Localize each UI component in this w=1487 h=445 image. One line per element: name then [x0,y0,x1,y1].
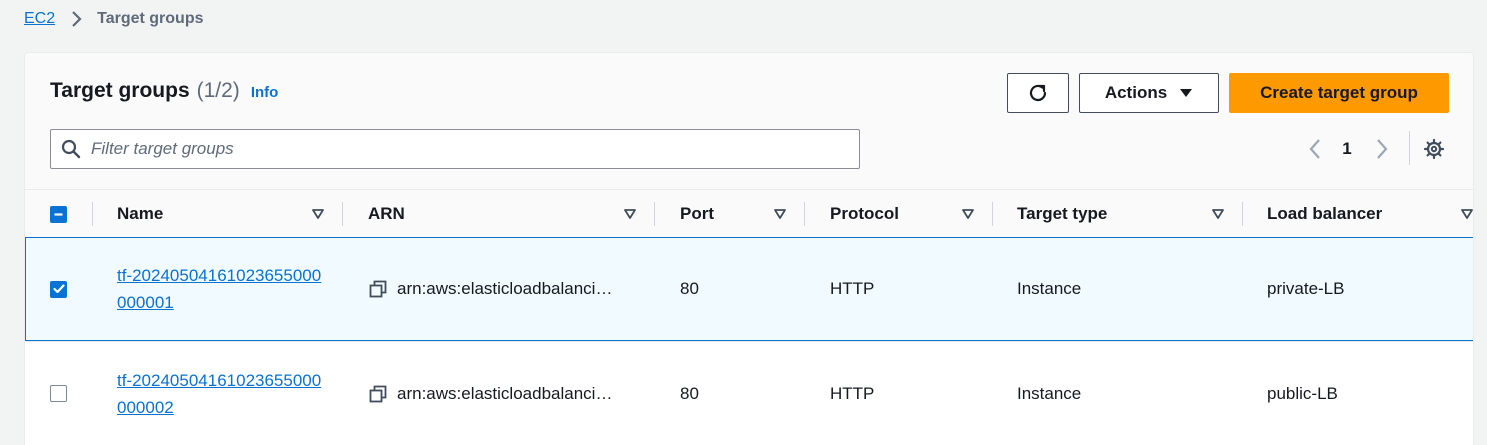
column-header-port[interactable]: Port [680,190,714,238]
caret-down-icon [1179,88,1193,98]
search-input[interactable] [91,139,791,159]
breadcrumb-ec2-link[interactable]: EC2 [24,10,55,28]
selection-count: (1/2) [196,79,240,102]
check-icon [50,280,67,298]
refresh-button[interactable] [1007,73,1069,113]
create-target-group-button[interactable]: Create target group [1229,73,1449,113]
chevron-right-icon [63,8,89,30]
gear-icon [1423,138,1445,160]
refresh-icon [1029,84,1047,102]
actions-label: Actions [1104,83,1168,102]
protocol-value: HTTP [830,279,875,298]
column-divider [1242,202,1243,226]
actions-button[interactable]: Actions [1079,73,1219,113]
column-divider [804,202,805,226]
page-number[interactable]: 1 [1335,133,1359,165]
column-divider [92,202,93,226]
table-row[interactable]: tf-20240504161023655000000001 arn:aws:el… [25,237,1473,341]
panel-header: Target groups (1/2) Info [50,79,278,103]
copy-icon[interactable] [369,280,387,298]
arn-value: arn:aws:elasticloadbalanci… [397,383,613,403]
chevron-left-icon [1309,139,1320,159]
info-link[interactable]: Info [251,84,279,101]
table-header: Name ARN Port Protocol Target type Load … [25,189,1473,238]
copy-icon[interactable] [369,385,387,403]
breadcrumb-current: Target groups [97,10,204,27]
checkbox-empty [50,385,67,402]
minus-icon [50,205,67,223]
column-divider [342,202,343,226]
sort-icon[interactable] [772,207,788,221]
row-checkbox[interactable] [50,238,67,340]
load-balancer-value[interactable]: private-LB [1267,238,1344,340]
row-checkbox[interactable] [50,342,67,445]
target-type-value: Instance [1017,279,1082,298]
column-header-target-type[interactable]: Target type [1017,190,1107,238]
create-target-group-label: Create target group [1260,83,1418,102]
search-field [50,129,860,169]
column-header-arn[interactable]: ARN [368,190,405,238]
chevron-right-icon [1377,139,1388,159]
port-value: 80 [680,383,699,403]
sort-icon[interactable] [960,207,976,221]
preferences-button[interactable] [1419,133,1449,165]
previous-page-button[interactable] [1300,133,1330,165]
next-page-button[interactable] [1367,133,1397,165]
arn-value: arn:aws:elasticloadbalanci… [397,279,613,298]
sort-icon[interactable] [622,207,638,221]
select-all-checkbox[interactable] [50,190,67,238]
column-divider [654,202,655,226]
sort-icon[interactable] [1459,207,1473,221]
port-value: 80 [680,279,699,298]
sort-icon[interactable] [1210,207,1226,221]
page-title: Target groups [50,79,190,102]
target-group-name-link[interactable]: tf-20240504161023655000000001 [117,262,327,316]
target-groups-panel: Target groups (1/2) Info Actions Create … [24,52,1474,445]
protocol-value: HTTP [830,383,875,403]
breadcrumb: EC2 Target groups [24,8,204,30]
search-icon [61,139,81,159]
target-group-name-link[interactable]: tf-20240504161023655000000002 [117,367,327,421]
pagination-divider [1409,131,1410,165]
load-balancer-value[interactable]: public-LB [1267,342,1338,445]
column-header-protocol[interactable]: Protocol [830,190,899,238]
column-header-name[interactable]: Name [117,190,163,238]
column-divider [992,202,993,226]
column-header-load-balancer[interactable]: Load balancer [1267,190,1382,238]
table-row[interactable]: tf-20240504161023655000000002 arn:aws:el… [25,341,1473,445]
target-type-value: Instance [1017,383,1082,403]
sort-icon[interactable] [310,207,326,221]
